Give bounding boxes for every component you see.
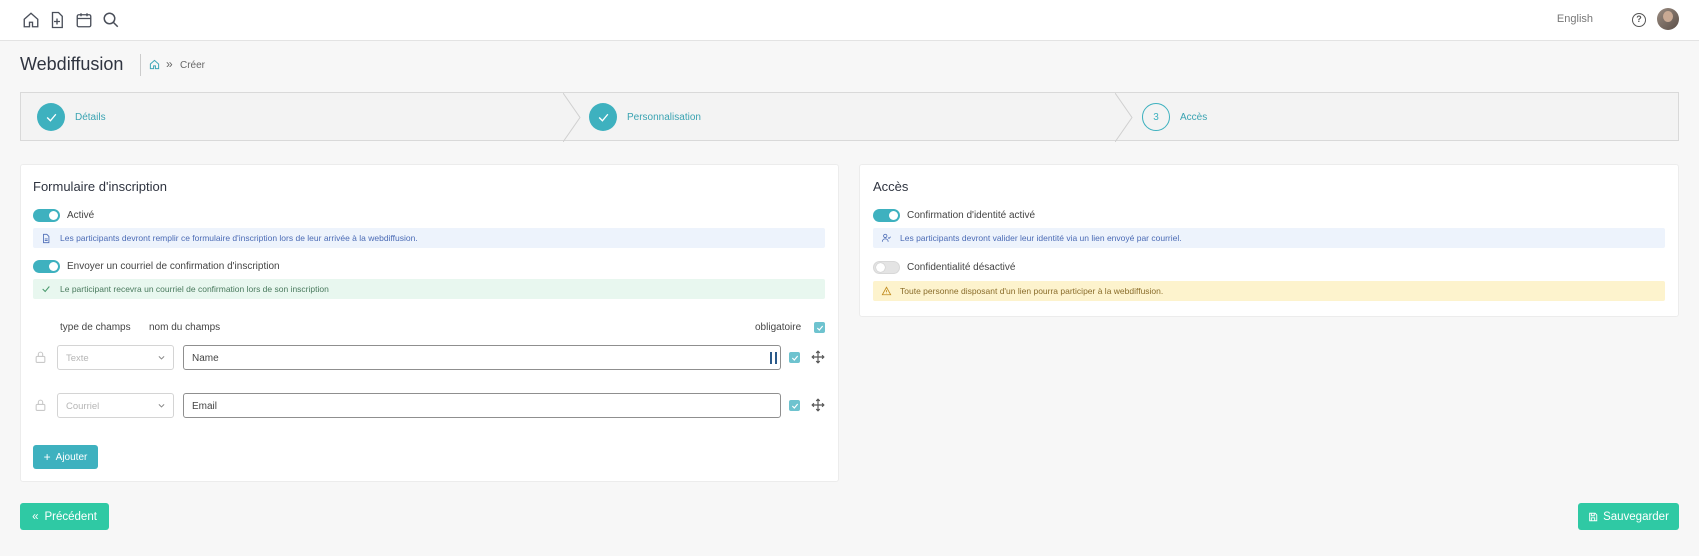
warning-icon bbox=[881, 286, 893, 296]
access-card-title: Accès bbox=[873, 179, 909, 194]
step-1-label[interactable]: Détails bbox=[75, 112, 106, 123]
save-label: Sauvegarder bbox=[1603, 510, 1669, 523]
column-header-field-type: type de champs bbox=[60, 322, 131, 333]
field-name-input[interactable]: Name bbox=[183, 345, 781, 370]
confirmation-email-toggle[interactable] bbox=[33, 260, 60, 273]
document-icon bbox=[41, 233, 53, 244]
identity-info-alert: Les participants devront valider leur id… bbox=[873, 228, 1665, 248]
field-type-select[interactable]: Texte bbox=[57, 345, 174, 370]
identity-info-text: Les participants devront valider leur id… bbox=[900, 233, 1182, 243]
required-all-checkbox[interactable] bbox=[814, 322, 825, 333]
lock-icon bbox=[34, 350, 47, 369]
privacy-warning-alert: Toute personne disposant d'un lien pourr… bbox=[873, 281, 1665, 301]
identity-confirmation-label: Confirmation d'identité activé bbox=[907, 210, 1036, 221]
breadcrumb-separator: » bbox=[166, 57, 173, 71]
wizard-stepper: Détails Personnalisation 3 Accès bbox=[20, 92, 1679, 142]
registration-info-alert: Les participants devront remplir ce form… bbox=[33, 228, 825, 248]
confirmation-email-label: Envoyer un courriel de confirmation d'in… bbox=[67, 261, 280, 272]
user-check-icon bbox=[881, 233, 893, 243]
privacy-label: Confidentialité désactivé bbox=[907, 262, 1016, 273]
title-divider bbox=[140, 54, 141, 76]
question-circle-icon[interactable]: ? bbox=[1632, 13, 1646, 27]
language-selector[interactable]: English bbox=[1557, 13, 1593, 25]
previous-button[interactable]: « Précédent bbox=[20, 503, 109, 530]
double-chevron-left-icon: « bbox=[32, 510, 39, 523]
required-checkbox[interactable] bbox=[789, 400, 800, 411]
registration-active-label: Activé bbox=[67, 210, 95, 221]
calendar-icon[interactable] bbox=[75, 11, 93, 29]
breadcrumb-home-icon[interactable] bbox=[149, 57, 160, 75]
page-title: Webdiffusion bbox=[20, 54, 124, 74]
step-2-check-icon[interactable] bbox=[589, 103, 617, 131]
new-file-icon[interactable] bbox=[48, 11, 66, 29]
field-name-input[interactable]: Email bbox=[183, 393, 781, 418]
top-navigation-bar: English ? bbox=[0, 0, 1699, 41]
registration-form-card bbox=[20, 164, 839, 482]
field-name-value: Name bbox=[192, 353, 219, 364]
add-field-label: Ajouter bbox=[55, 451, 88, 463]
step-divider bbox=[1115, 93, 1133, 142]
chevron-down-icon bbox=[157, 353, 166, 365]
required-checkbox[interactable] bbox=[789, 352, 800, 363]
registration-info-text: Les participants devront remplir ce form… bbox=[60, 233, 418, 243]
column-header-field-name: nom du champs bbox=[149, 322, 221, 333]
lock-icon bbox=[34, 398, 47, 417]
save-button[interactable]: Sauvegarder bbox=[1578, 503, 1679, 530]
password-manager-icon[interactable] bbox=[770, 352, 777, 364]
step-2-label[interactable]: Personnalisation bbox=[627, 112, 701, 123]
chevron-down-icon bbox=[157, 401, 166, 413]
column-header-required: obligatoire bbox=[755, 322, 802, 333]
privacy-warning-text: Toute personne disposant d'un lien pourr… bbox=[900, 286, 1164, 296]
field-name-value: Email bbox=[192, 401, 218, 412]
plus-icon: + bbox=[43, 450, 51, 464]
search-icon[interactable] bbox=[102, 11, 120, 29]
confirmation-success-alert: Le participant recevra un courriel de co… bbox=[33, 279, 825, 299]
check-icon bbox=[41, 284, 53, 294]
drag-move-icon[interactable] bbox=[811, 350, 825, 369]
step-3-number[interactable]: 3 bbox=[1142, 103, 1170, 131]
identity-confirmation-toggle[interactable] bbox=[873, 209, 900, 222]
avatar[interactable] bbox=[1657, 8, 1679, 30]
registration-active-toggle[interactable] bbox=[33, 209, 60, 222]
save-icon bbox=[1588, 512, 1598, 522]
step-divider bbox=[563, 93, 581, 142]
confirmation-success-text: Le participant recevra un courriel de co… bbox=[60, 284, 329, 294]
add-field-button[interactable]: + Ajouter bbox=[33, 445, 98, 469]
drag-move-icon[interactable] bbox=[811, 398, 825, 417]
privacy-toggle[interactable] bbox=[873, 261, 900, 274]
field-type-select[interactable]: Courriel bbox=[57, 393, 174, 418]
field-type-value: Texte bbox=[66, 353, 89, 364]
step-3-label[interactable]: Accès bbox=[1180, 112, 1207, 123]
field-type-value: Courriel bbox=[66, 401, 100, 412]
home-icon[interactable] bbox=[22, 11, 40, 29]
step-1-check-icon[interactable] bbox=[37, 103, 65, 131]
registration-card-title: Formulaire d'inscription bbox=[33, 179, 167, 194]
breadcrumb-current: Créer bbox=[180, 60, 206, 71]
previous-label: Précédent bbox=[44, 510, 97, 523]
